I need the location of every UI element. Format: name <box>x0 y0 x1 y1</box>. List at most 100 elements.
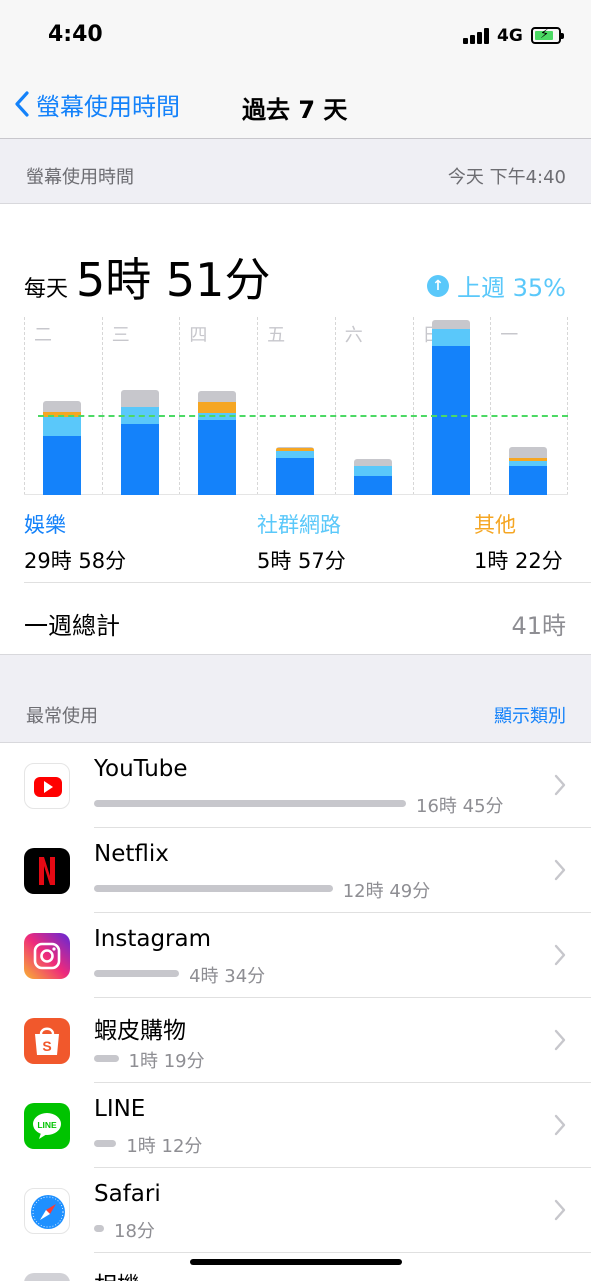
usage-bar <box>94 800 406 807</box>
bar-segment <box>198 390 237 402</box>
chart-gridline <box>334 317 336 495</box>
usage-bar <box>94 885 333 892</box>
day-bar-四[interactable] <box>198 390 237 495</box>
back-button[interactable]: 螢幕使用時間 <box>14 86 180 122</box>
category-time: 1時 22分 <box>474 549 563 573</box>
youtube-icon <box>24 763 70 809</box>
app-time: 16時 45分 <box>416 796 504 817</box>
day-bar-六[interactable] <box>353 458 392 495</box>
day-bar-一[interactable] <box>509 447 548 495</box>
app-name: 相機 <box>94 1266 140 1281</box>
show-categories-button[interactable]: 顯示類別 <box>494 702 566 728</box>
bar-segment <box>431 320 470 329</box>
usage-bar <box>94 970 180 977</box>
chart-gridline <box>490 317 492 495</box>
bar-segment <box>198 419 237 495</box>
netflix-icon <box>24 848 70 894</box>
app-name: YouTube <box>94 756 188 782</box>
arrow-up-circle-icon: ↑ <box>427 274 450 297</box>
week-total-label: 一週總計 <box>24 612 120 640</box>
day-bar-日[interactable] <box>431 320 470 495</box>
back-button-label: 螢幕使用時間 <box>36 92 180 121</box>
weekly-trend: ↑ 上週 35% <box>427 268 566 303</box>
day-label: 二 <box>34 325 52 346</box>
app-row-instagram[interactable]: Instagram 4時 34分 <box>0 913 591 998</box>
day-label: 三 <box>111 325 130 346</box>
daily-average-line <box>38 414 568 417</box>
bar-segment <box>198 401 237 413</box>
app-row-camera[interactable]: 相機 <box>0 1253 591 1281</box>
bar-segment <box>353 466 392 476</box>
battery-charging-icon: ⚡ <box>531 27 564 44</box>
category-name: 娛樂 <box>24 513 66 537</box>
app-name: 蝦皮購物 <box>94 1018 186 1044</box>
bar-segment <box>120 390 159 407</box>
chart-gridline <box>24 317 25 495</box>
line-icon: LINE <box>24 1103 70 1149</box>
chart-gridline <box>567 317 568 495</box>
chart-gridline <box>179 317 181 495</box>
category-other: 其他 1時 22分 <box>474 509 563 575</box>
page-title: 過去 7 天 <box>242 96 348 124</box>
app-row-netflix[interactable]: Netflix 12時 49分 <box>0 828 591 913</box>
bar-segment <box>353 475 392 495</box>
most-used-section-header: 最常使用 顯示類別 <box>0 678 591 742</box>
week-total-value: 41時 <box>511 612 566 640</box>
cellular-signal-icon <box>463 28 491 44</box>
svg-text:S: S <box>42 1038 51 1054</box>
weekly-trend-text: 上週 35% <box>457 274 566 302</box>
usage-bar <box>94 1140 117 1147</box>
usage-bar <box>94 1225 104 1232</box>
app-row-shopee[interactable]: S 蝦皮購物 1時 19分 <box>0 998 591 1083</box>
day-label: 四 <box>189 325 208 346</box>
category-name: 社群網路 <box>257 513 341 537</box>
app-row-youtube[interactable]: YouTube 16時 45分 <box>0 743 591 828</box>
bar-segment <box>43 436 81 495</box>
app-time: 4時 34分 <box>189 966 266 987</box>
category-time: 5時 57分 <box>257 549 346 573</box>
chevron-left-icon <box>15 91 29 117</box>
category-time: 29時 58分 <box>24 549 127 573</box>
chart-gridline <box>101 317 103 495</box>
status-time: 4:40 <box>48 22 103 47</box>
app-time: 12時 49分 <box>342 881 431 902</box>
bar-segment <box>353 458 392 466</box>
network-type: 4G <box>497 26 523 46</box>
bar-segment <box>276 458 315 495</box>
day-label: 一 <box>500 325 519 346</box>
daily-average-value: 5時 51分 <box>76 253 271 307</box>
app-name: Instagram <box>94 926 212 952</box>
day-label: 五 <box>267 325 286 346</box>
summary-section-header: 螢幕使用時間 今天 下午4:40 <box>0 139 591 203</box>
chart-gridline <box>257 317 259 495</box>
bar-segment <box>43 416 81 437</box>
shopee-icon: S <box>24 1018 70 1064</box>
status-bar: 4:40 4G ⚡ <box>0 0 591 72</box>
usage-bar <box>94 1055 119 1062</box>
app-time: 18分 <box>114 1221 155 1242</box>
day-bar-三[interactable] <box>120 390 159 495</box>
app-row-line[interactable]: LINE LINE 1時 12分 <box>0 1083 591 1168</box>
day-bar-五[interactable] <box>276 447 315 495</box>
category-name: 其他 <box>474 513 516 537</box>
chevron-right-icon <box>554 944 566 966</box>
instagram-icon <box>24 933 70 979</box>
usage-summary-card: 每天 5時 51分 ↑ 上週 35% 二三四五六日一 娛樂 29時 58分 社群… <box>0 203 591 655</box>
safari-icon <box>24 1188 70 1234</box>
weekly-usage-chart[interactable]: 二三四五六日一 <box>24 317 568 495</box>
app-time: 1時 12分 <box>126 1136 203 1157</box>
navigation-bar: 螢幕使用時間 過去 7 天 <box>0 72 591 139</box>
app-name: LINE <box>94 1096 146 1122</box>
daily-average: 每天 5時 51分 <box>24 244 270 310</box>
bar-segment <box>431 329 470 346</box>
most-used-label: 最常使用 <box>26 706 98 727</box>
app-name: Netflix <box>94 841 169 867</box>
app-row-safari[interactable]: Safari 18分 <box>0 1168 591 1253</box>
bar-segment <box>431 345 470 495</box>
home-indicator[interactable] <box>190 1259 402 1265</box>
bar-segment <box>509 447 548 459</box>
app-time: 1時 19分 <box>128 1051 205 1072</box>
bar-segment <box>276 451 315 459</box>
chevron-right-icon <box>554 1199 566 1221</box>
svg-text:LINE: LINE <box>37 1120 57 1130</box>
